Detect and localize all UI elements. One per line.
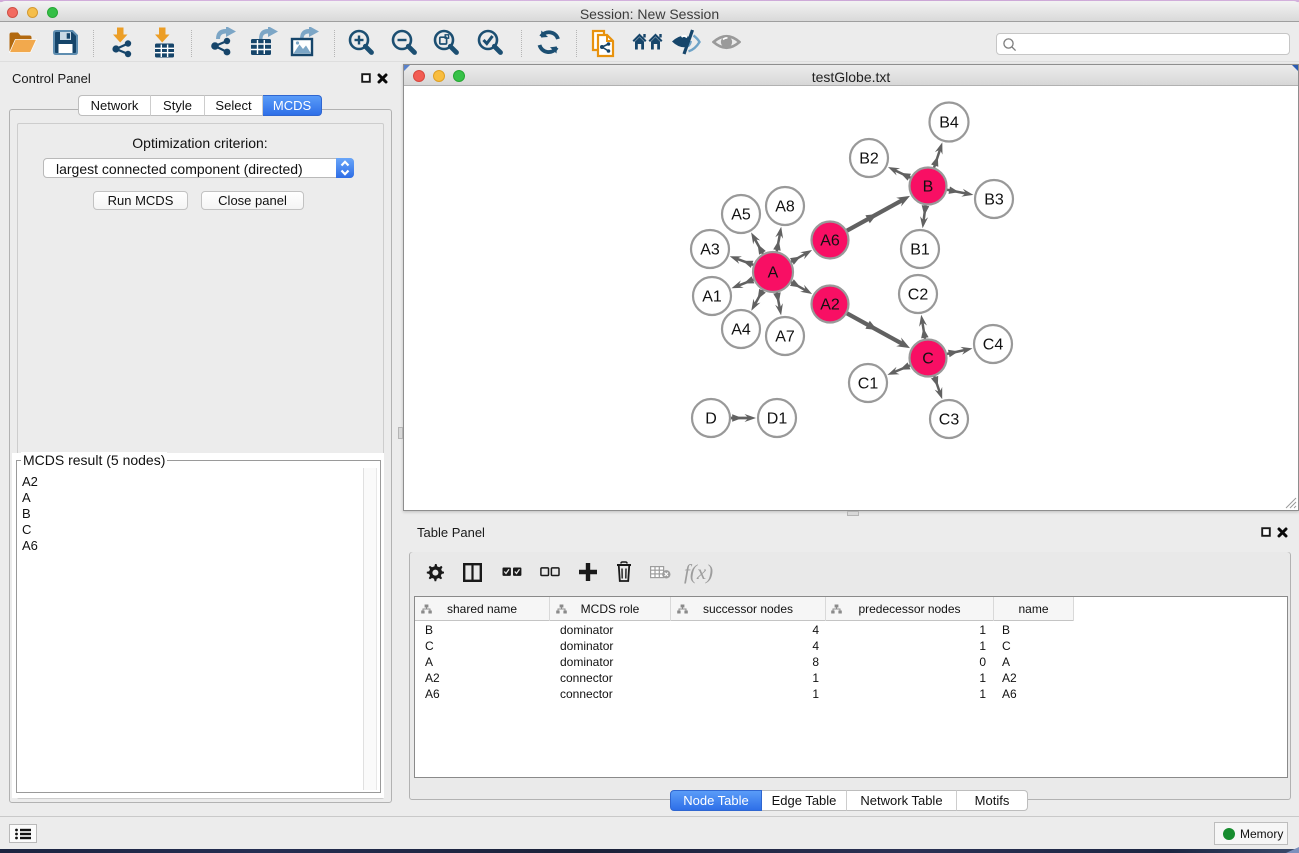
svg-text:C3: C3 xyxy=(939,412,960,429)
svg-text:A1: A1 xyxy=(702,289,722,306)
svg-text:D1: D1 xyxy=(767,411,788,428)
svg-text:C2: C2 xyxy=(908,287,929,304)
svg-text:C1: C1 xyxy=(858,376,879,393)
svg-text:A3: A3 xyxy=(700,242,720,259)
svg-text:A: A xyxy=(768,265,779,282)
svg-text:C: C xyxy=(922,351,934,368)
svg-text:A8: A8 xyxy=(775,199,795,216)
svg-text:B1: B1 xyxy=(910,242,930,259)
svg-text:A6: A6 xyxy=(820,233,840,250)
svg-text:B4: B4 xyxy=(939,115,959,132)
svg-text:A7: A7 xyxy=(775,329,795,346)
svg-text:B3: B3 xyxy=(984,192,1004,209)
svg-text:C4: C4 xyxy=(983,337,1004,354)
svg-text:A4: A4 xyxy=(731,322,751,339)
svg-text:A5: A5 xyxy=(731,207,751,224)
svg-text:D: D xyxy=(705,411,717,428)
svg-text:B: B xyxy=(923,179,934,196)
svg-text:A2: A2 xyxy=(820,297,840,314)
svg-text:B2: B2 xyxy=(859,151,879,168)
